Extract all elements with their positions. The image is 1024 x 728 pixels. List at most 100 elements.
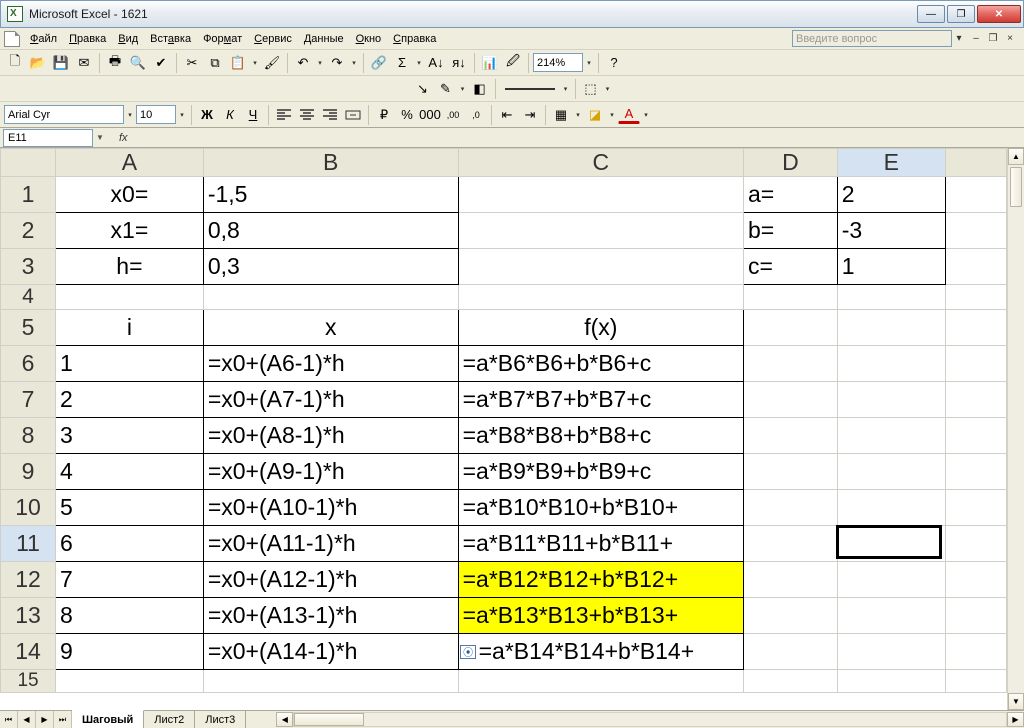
- row-head-13[interactable]: 13: [1, 598, 56, 634]
- cell-A9[interactable]: 4: [56, 454, 204, 490]
- shape-dropdown-icon[interactable]: ▾: [603, 85, 613, 93]
- col-head-D[interactable]: D: [744, 149, 838, 177]
- tab-nav-prev-button[interactable]: ◀: [18, 711, 36, 728]
- borders-button[interactable]: ▦: [550, 104, 572, 126]
- new-button[interactable]: 🗋: [4, 52, 26, 74]
- chart-button[interactable]: 📊: [479, 52, 501, 74]
- help-button[interactable]: ?: [603, 52, 625, 74]
- cell-C11[interactable]: =a*B11*B11+b*B11+: [458, 526, 743, 562]
- cell-D2[interactable]: b=: [744, 213, 838, 249]
- doc-close-button[interactable]: ×: [1003, 32, 1017, 46]
- arrow-tool-button[interactable]: ↘: [412, 78, 434, 100]
- open-button[interactable]: 📂: [27, 52, 49, 74]
- cell-A11[interactable]: 6: [56, 526, 204, 562]
- cell-B8[interactable]: =x0+(A8-1)*h: [203, 418, 458, 454]
- autofill-options-icon[interactable]: ⦿: [460, 645, 476, 659]
- undo-dropdown-icon[interactable]: ▾: [315, 59, 325, 67]
- close-button[interactable]: ✕: [977, 5, 1021, 23]
- cell-B9[interactable]: =x0+(A9-1)*h: [203, 454, 458, 490]
- fx-label[interactable]: fx: [119, 132, 128, 144]
- cell-B1[interactable]: -1,5: [203, 177, 458, 213]
- sort-desc-button[interactable]: я↓: [448, 52, 470, 74]
- doc-icon[interactable]: [4, 31, 20, 47]
- cell-E3[interactable]: 1: [837, 249, 945, 285]
- undo-button[interactable]: ↶: [292, 52, 314, 74]
- row-head-10[interactable]: 10: [1, 490, 56, 526]
- cell-D1[interactable]: a=: [744, 177, 838, 213]
- cell-B7[interactable]: =x0+(A7-1)*h: [203, 382, 458, 418]
- cell-A13[interactable]: 8: [56, 598, 204, 634]
- inc-decimal-button[interactable]: ,00: [442, 104, 464, 126]
- row-head-3[interactable]: 3: [1, 249, 56, 285]
- menu-window[interactable]: Окно: [350, 31, 388, 47]
- zoom-combo[interactable]: 214%: [533, 53, 583, 72]
- font-color-button[interactable]: A: [618, 105, 640, 124]
- cell-A12[interactable]: 7: [56, 562, 204, 598]
- col-head-A[interactable]: A: [56, 149, 204, 177]
- tab-nav-first-button[interactable]: ⏮: [0, 711, 18, 728]
- line-style-button[interactable]: [500, 78, 560, 100]
- menu-data[interactable]: Данные: [298, 31, 350, 47]
- minimize-button[interactable]: —: [917, 5, 945, 23]
- redo-button[interactable]: ↷: [326, 52, 348, 74]
- cell-C8[interactable]: =a*B8*B8+b*B8+c: [458, 418, 743, 454]
- scroll-down-button[interactable]: ▼: [1008, 693, 1024, 710]
- col-head-C[interactable]: C: [458, 149, 743, 177]
- percent-button[interactable]: %: [396, 104, 418, 126]
- row-head-11[interactable]: 11: [1, 526, 56, 562]
- font-name-combo[interactable]: Arial Cyr: [4, 105, 124, 124]
- drawing-button[interactable]: 🖉: [502, 52, 524, 74]
- fill-color-dropdown-icon[interactable]: ▾: [607, 111, 617, 119]
- cell-B14[interactable]: =x0+(A14-1)*h: [203, 634, 458, 670]
- tab-nav-last-button[interactable]: ⏭: [54, 711, 72, 728]
- cell-D3[interactable]: c=: [744, 249, 838, 285]
- cell-C2[interactable]: [458, 213, 743, 249]
- line-style-dropdown-icon[interactable]: ▾: [561, 85, 571, 93]
- row-head-7[interactable]: 7: [1, 382, 56, 418]
- maximize-button[interactable]: ❐: [947, 5, 975, 23]
- menu-view[interactable]: Вид: [112, 31, 144, 47]
- menu-help[interactable]: Справка: [387, 31, 442, 47]
- horizontal-scrollbar[interactable]: ◀ ▶: [276, 711, 1024, 728]
- select-all-corner[interactable]: [1, 149, 56, 177]
- cell-B5[interactable]: x: [203, 310, 458, 346]
- mail-button[interactable]: ✉: [73, 52, 95, 74]
- tab-nav-next-button[interactable]: ▶: [36, 711, 54, 728]
- link-button[interactable]: 🔗: [368, 52, 390, 74]
- cell-C5[interactable]: f(x): [458, 310, 743, 346]
- spreadsheet-grid[interactable]: A B C D E 1 x0= -1,5 a= 2 2 x1= 0,8: [0, 148, 1007, 693]
- redo-dropdown-icon[interactable]: ▾: [349, 59, 359, 67]
- bold-button[interactable]: Ж: [196, 104, 218, 126]
- borders-dropdown-icon[interactable]: ▾: [573, 111, 583, 119]
- cut-button[interactable]: ✂: [181, 52, 203, 74]
- row-head-6[interactable]: 6: [1, 346, 56, 382]
- sum-dropdown-icon[interactable]: ▾: [414, 59, 424, 67]
- vertical-scrollbar[interactable]: ▲ ▼: [1007, 148, 1024, 710]
- cell-E11[interactable]: [837, 526, 945, 562]
- scroll-left-button[interactable]: ◀: [276, 712, 293, 727]
- spell-button[interactable]: ✔: [150, 52, 172, 74]
- cell-C10[interactable]: =a*B10*B10+b*B10+: [458, 490, 743, 526]
- cell-C14[interactable]: =a*B14*B14+b*B14+: [458, 634, 743, 670]
- cell-C7[interactable]: =a*B7*B7+b*B7+c: [458, 382, 743, 418]
- row-head-5[interactable]: 5: [1, 310, 56, 346]
- cell-C1[interactable]: [458, 177, 743, 213]
- paste-button[interactable]: 📋: [227, 52, 249, 74]
- cell-B3[interactable]: 0,3: [203, 249, 458, 285]
- zoom-dropdown-icon[interactable]: ▾: [584, 59, 594, 67]
- align-center-button[interactable]: [296, 104, 318, 126]
- cell-B12[interactable]: =x0+(A12-1)*h: [203, 562, 458, 598]
- cell-C9[interactable]: =a*B9*B9+b*B9+c: [458, 454, 743, 490]
- highlight-dropdown-icon[interactable]: ▾: [458, 85, 468, 93]
- fill-color-button[interactable]: ◪: [584, 104, 606, 126]
- cell-A3[interactable]: h=: [56, 249, 204, 285]
- sheet-tab-3[interactable]: Лист3: [195, 711, 246, 728]
- cell-B6[interactable]: =x0+(A6-1)*h: [203, 346, 458, 382]
- cell-C12[interactable]: =a*B12*B12+b*B12+: [458, 562, 743, 598]
- doc-restore-button[interactable]: ❐: [986, 32, 1000, 46]
- cell-A5[interactable]: i: [56, 310, 204, 346]
- cell-B10[interactable]: =x0+(A10-1)*h: [203, 490, 458, 526]
- menu-edit[interactable]: Правка: [63, 31, 112, 47]
- row-head-12[interactable]: 12: [1, 562, 56, 598]
- row-head-1[interactable]: 1: [1, 177, 56, 213]
